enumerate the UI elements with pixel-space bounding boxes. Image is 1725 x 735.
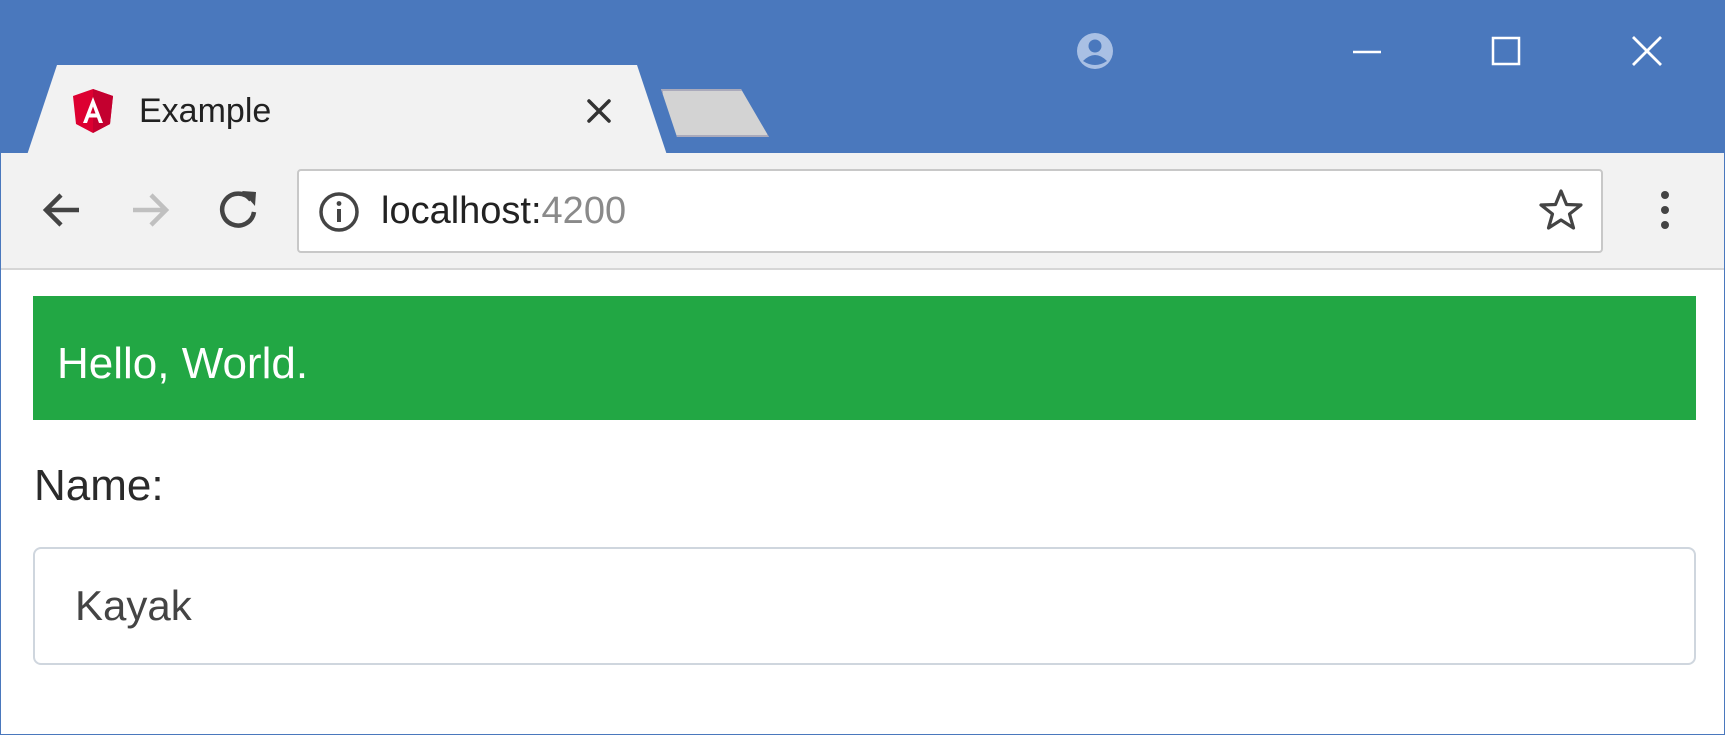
more-vert-icon[interactable] [1653,187,1677,233]
tab-example[interactable] [27,65,667,155]
arrow-right-icon[interactable] [125,185,175,235]
star-icon[interactable] [1538,187,1584,233]
name-label: Name: [34,461,164,510]
alert-message: Hello, World. [57,339,309,388]
profile-icon[interactable] [1075,31,1115,71]
close-window-icon[interactable] [1627,31,1667,71]
reload-icon[interactable] [213,185,263,235]
minimize-icon[interactable] [1347,31,1387,71]
maximize-icon[interactable] [1486,31,1526,71]
url-text[interactable]: localhost:4200 [381,189,626,233]
info-icon[interactable] [317,190,361,234]
name-input[interactable] [33,547,1696,665]
url-port: 4200 [541,190,627,232]
tab-title: Example [139,92,272,130]
close-tab-icon[interactable] [581,93,617,129]
arrow-left-icon[interactable] [37,185,87,235]
browser-window: Example localhost:4200 Hello, World. Nam… [0,0,1725,735]
url-host: localhost: [381,190,542,232]
angular-logo-icon [73,89,113,133]
